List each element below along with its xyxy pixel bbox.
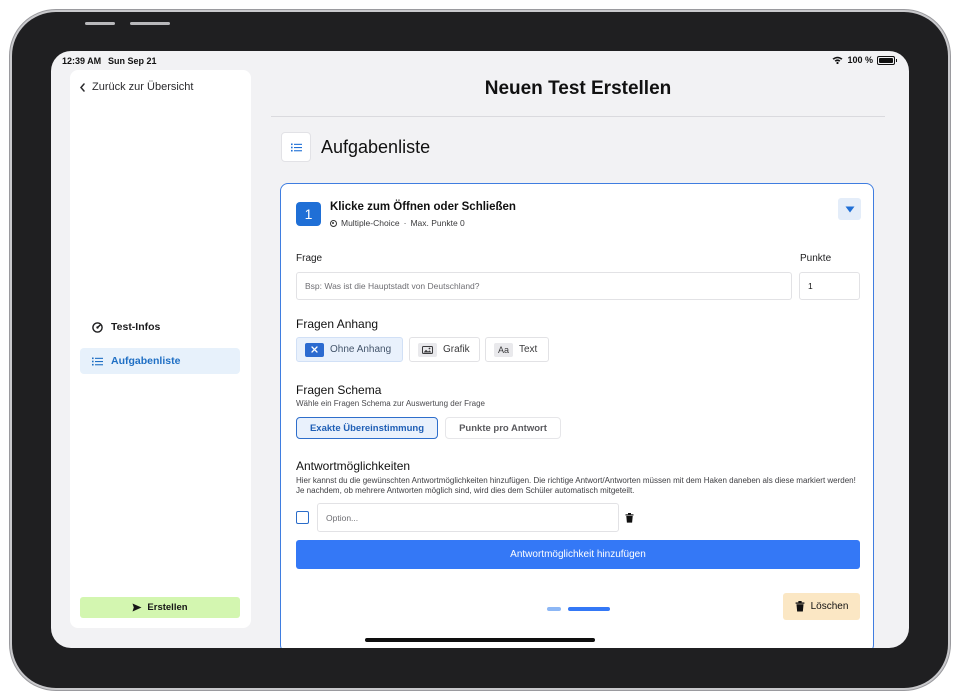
question-type: Multiple-Choice (341, 218, 400, 228)
trash-icon (795, 601, 804, 612)
page-title: Neuen Test Erstellen (484, 78, 672, 99)
volume-button (85, 22, 115, 25)
battery-icon (877, 55, 895, 65)
attachment-option-none[interactable]: Ohne Anhang (296, 337, 403, 362)
schema-option-points[interactable]: Punkte pro Antwort (445, 417, 561, 439)
attachment-option-text[interactable]: Aa Text (485, 337, 549, 362)
attachment-title: Fragen Anhang (296, 317, 379, 331)
status-right: 100 % (832, 55, 897, 65)
sidebar-item-test-infos[interactable]: Test-Infos (80, 314, 240, 340)
send-icon (132, 603, 142, 612)
page-indicator-dot (547, 607, 561, 611)
gauge-icon (92, 321, 103, 333)
question-label: Frage (296, 253, 323, 264)
create-button[interactable]: Erstellen (80, 597, 240, 618)
sidebar-item-label: Test-Infos (111, 321, 161, 333)
attachment-option-label: Ohne Anhang (330, 344, 392, 355)
delete-button[interactable]: Löschen (783, 593, 860, 620)
sidebar-item-label: Aufgabenliste (111, 355, 181, 367)
add-answer-button[interactable]: Antwortmöglichkeit hinzufügen (296, 540, 860, 569)
list-icon (92, 357, 103, 365)
wifi-icon (832, 56, 843, 64)
text-icon: Aa (494, 342, 513, 357)
points-label: Punkte (800, 253, 832, 264)
battery-percent: 100 % (847, 55, 873, 65)
schema-subtitle: Wähle ein Fragen Schema zur Auswertung d… (296, 399, 485, 408)
answer-option-placeholder: Option... (326, 512, 359, 523)
image-icon (418, 342, 437, 357)
back-button[interactable]: Zurück zur Übersicht (79, 81, 193, 93)
trash-icon[interactable] (625, 513, 634, 523)
battery-tip (896, 58, 897, 62)
section-title: Aufgabenliste (321, 136, 431, 157)
caret-down-icon (845, 206, 854, 212)
question-card: 1 Klicke zum Öffnen oder Schließen Multi… (280, 183, 874, 648)
question-input[interactable]: Bsp: Was ist die Hauptstadt von Deutschl… (296, 272, 792, 300)
screen: 12:39 AM Sun Sep 21 100 % Zurück zur Übe… (51, 51, 909, 648)
status-bar: 12:39 AM Sun Sep 21 100 % (51, 51, 909, 71)
status-date: Sun Sep 21 (108, 56, 157, 66)
schema-title: Fragen Schema (296, 383, 382, 397)
home-indicator[interactable] (365, 638, 595, 642)
page-indicator-active (568, 607, 610, 611)
answer-option-input[interactable]: Option... (317, 503, 619, 532)
list-icon (281, 132, 311, 162)
attachment-option-label: Grafik (443, 344, 470, 355)
radio-icon (330, 219, 337, 227)
max-points: Max. Punkte 0 (410, 218, 465, 228)
create-label: Erstellen (147, 602, 188, 613)
delete-label: Löschen (810, 601, 849, 612)
sidebar: Zurück zur Übersicht Test-Infos Aufgaben… (70, 70, 251, 628)
status-time: 12:39 AM (62, 56, 102, 66)
sidebar-item-aufgabenliste[interactable]: Aufgabenliste (80, 348, 240, 374)
question-meta: Multiple-Choice · Max. Punkte 0 (330, 218, 465, 228)
attachment-option-label: Text (519, 344, 538, 355)
points-value: 1 (808, 281, 813, 291)
question-title[interactable]: Klicke zum Öffnen oder Schließen (330, 201, 516, 213)
schema-option-exact[interactable]: Exakte Übereinstimmung (296, 417, 438, 439)
chevron-left-icon (80, 82, 85, 92)
power-button (130, 22, 170, 25)
meta-separator: · (403, 218, 407, 228)
title-divider (271, 116, 885, 117)
question-number: 1 (296, 202, 321, 226)
attachment-option-graphic[interactable]: Grafik (409, 337, 480, 362)
answers-description: Hier kannst du die gewünschten Antwortmö… (296, 476, 856, 495)
points-input[interactable]: 1 (799, 272, 860, 300)
collapse-button[interactable] (838, 198, 861, 220)
back-label: Zurück zur Übersicht (92, 81, 194, 93)
answer-correct-checkbox[interactable] (296, 511, 309, 524)
answers-title: Antwortmöglichkeiten (296, 459, 411, 473)
section-header: Aufgabenliste (281, 132, 430, 162)
question-placeholder: Bsp: Was ist die Hauptstadt von Deutschl… (305, 281, 480, 291)
close-icon (305, 342, 324, 357)
